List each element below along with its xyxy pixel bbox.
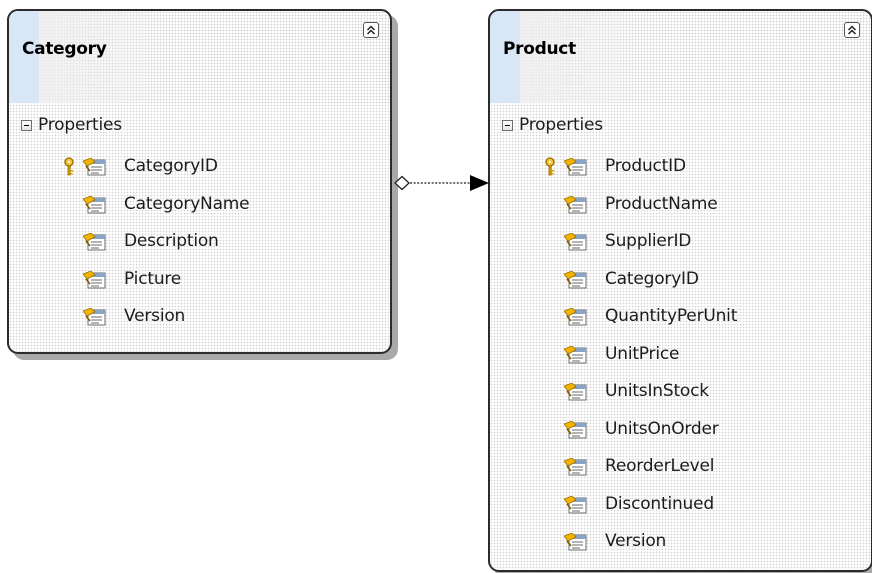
arrow-head-icon [470, 175, 489, 191]
diamond-end-icon [394, 175, 410, 191]
association-connector[interactable] [0, 0, 872, 573]
